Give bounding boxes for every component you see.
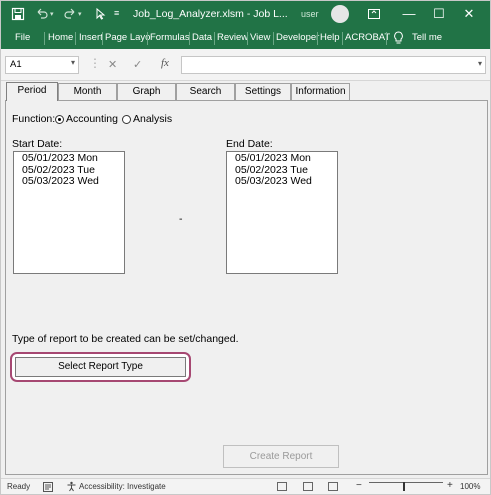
list-item[interactable]: 05/01/2023 Mon (235, 152, 329, 165)
radio-analysis[interactable] (122, 115, 131, 124)
tab-data[interactable]: Data (192, 32, 212, 43)
tab-search[interactable]: Search (176, 83, 235, 100)
name-box-value: A1 (10, 59, 22, 70)
undo-dropdown-icon[interactable]: ▾ (50, 10, 64, 24)
tell-me-search[interactable]: Tell me (412, 32, 442, 43)
ribbon-tabs: File Home Insert Page Layo Formulas Data… (1, 28, 490, 49)
tab-home[interactable]: Home (48, 32, 73, 43)
redo-dropdown-icon[interactable]: ▾ (78, 10, 92, 24)
tab-period[interactable]: Period (6, 82, 58, 101)
date-range-separator: - (179, 213, 183, 225)
tab-help[interactable]: Help (320, 32, 340, 43)
cancel-icon[interactable]: ✕ (108, 58, 117, 71)
create-report-button[interactable]: Create Report (223, 445, 339, 468)
select-report-highlight: Select Report Type (10, 352, 191, 382)
ribbon-display-icon[interactable] (367, 7, 381, 21)
tab-formulas[interactable]: Formulas (150, 32, 190, 43)
minimize-button[interactable]: — (399, 5, 419, 23)
zoom-level[interactable]: 100% (460, 482, 480, 491)
restore-button[interactable]: ☐ (429, 5, 449, 23)
lightbulb-icon (394, 31, 403, 44)
undo-icon[interactable] (35, 7, 49, 21)
formula-bar-handle-icon[interactable]: ⋮ (89, 56, 101, 70)
save-icon[interactable] (11, 7, 25, 21)
normal-view-icon[interactable] (277, 482, 287, 491)
redo-icon[interactable] (63, 7, 77, 21)
chevron-down-icon[interactable]: ▾ (71, 58, 75, 67)
zoom-out-button[interactable]: − (356, 480, 362, 491)
customize-qat-icon[interactable]: ≡ (114, 8, 128, 22)
avatar[interactable] (331, 5, 349, 23)
report-info-text: Type of report to be created can be set/… (12, 333, 239, 345)
enter-check-icon[interactable]: ✓ (133, 58, 142, 71)
accessibility-icon[interactable] (66, 481, 77, 492)
zoom-in-button[interactable]: + (447, 480, 453, 491)
excel-window: ▾ ▾ ≡ Job_Log_Analyzer.xlsm - Job L... u… (0, 0, 491, 495)
tab-developer[interactable]: Developer (276, 32, 319, 43)
list-item[interactable]: 05/03/2023 Wed (235, 175, 329, 188)
tab-acrobat[interactable]: ACROBAT (345, 32, 390, 43)
close-button[interactable]: ✕ (459, 5, 479, 23)
zoom-slider-thumb[interactable] (403, 482, 405, 491)
tab-graph[interactable]: Graph (117, 83, 176, 100)
tab-information[interactable]: Information (291, 83, 350, 100)
tab-page-layout[interactable]: Page Layo (105, 32, 150, 43)
tab-insert[interactable]: Insert (79, 32, 103, 43)
option-accounting-label[interactable]: Accounting (66, 113, 118, 125)
end-date-list[interactable]: 05/01/2023 Mon 05/02/2023 Tue 05/03/2023… (226, 151, 338, 274)
macro-record-icon[interactable] (43, 482, 53, 492)
status-bar: Ready Accessibility: Investigate − + 100… (1, 478, 490, 494)
tab-settings[interactable]: Settings (235, 83, 291, 100)
status-ready: Ready (7, 482, 31, 491)
end-date-label: End Date: (226, 138, 273, 150)
radio-accounting[interactable] (55, 115, 64, 124)
list-item[interactable]: 05/01/2023 Mon (22, 152, 116, 165)
tab-month[interactable]: Month (58, 83, 117, 100)
start-date-list[interactable]: 05/01/2023 Mon 05/02/2023 Tue 05/03/2023… (13, 151, 125, 274)
title-bar: ▾ ▾ ≡ Job_Log_Analyzer.xlsm - Job L... u… (1, 1, 490, 28)
start-date-label: Start Date: (12, 138, 63, 150)
insert-function-button[interactable]: fx (161, 57, 169, 69)
name-box[interactable]: A1 ▾ (5, 56, 79, 74)
window-title: Job_Log_Analyzer.xlsm - Job L... (133, 8, 288, 20)
accessibility-status[interactable]: Accessibility: Investigate (79, 482, 166, 491)
page-break-view-icon[interactable] (328, 482, 338, 491)
tab-review[interactable]: Review (217, 32, 248, 43)
formula-bar: A1 ▾ ⋮ ✕ ✓ fx ▾ (1, 49, 490, 81)
tab-view[interactable]: View (250, 32, 270, 43)
page-layout-view-icon[interactable] (303, 482, 313, 491)
zoom-slider[interactable] (369, 482, 443, 483)
formula-input[interactable]: ▾ (181, 56, 486, 74)
tab-file[interactable]: File (15, 32, 30, 43)
list-item[interactable]: 05/03/2023 Wed (22, 175, 116, 188)
option-analysis-label[interactable]: Analysis (133, 113, 172, 125)
expand-formula-icon[interactable]: ▾ (478, 59, 482, 68)
select-cursor-icon[interactable] (94, 7, 108, 21)
user-name: user (301, 9, 319, 19)
function-label: Function: (12, 113, 56, 125)
select-report-type-button[interactable]: Select Report Type (15, 357, 186, 377)
